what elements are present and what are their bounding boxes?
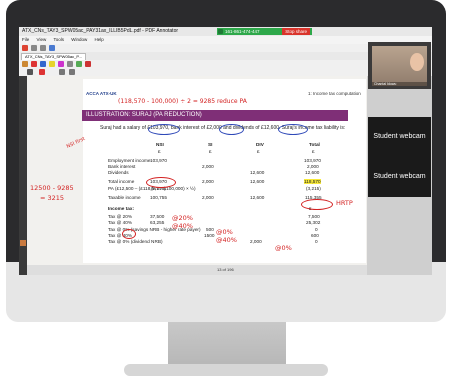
cell: 2,000 [202, 164, 214, 169]
header-right: 1: Income tax computation [308, 91, 361, 96]
tax-total: 0 [315, 227, 318, 232]
tax-base: 63,255 [150, 220, 165, 225]
tax-label: Tax @ 40% [108, 220, 133, 225]
cell: 12,600 [250, 170, 265, 175]
row-label: Bank interest [108, 164, 136, 169]
app-icon[interactable] [20, 240, 26, 246]
tax-base: 2,000 [250, 239, 262, 244]
tax-total: 600 [311, 233, 319, 238]
annotation-side-note: HRTP [336, 199, 353, 207]
annotation-top-formula: (118,570 - 100,000) ÷ 2 = 9285 reduce PA [118, 98, 247, 105]
color-picker-icon[interactable] [39, 69, 45, 75]
tax-heading: Income tax: [108, 206, 135, 211]
unit-si: £ [209, 149, 212, 154]
menu-view[interactable]: View [37, 37, 47, 42]
highlighter-icon[interactable] [49, 61, 55, 67]
window-titlebar: ATX_CNs_TAY3_SPW05ac_PAY31ax_ILLIB5PdL.p… [19, 27, 432, 36]
blue-pen-icon[interactable] [40, 61, 46, 67]
participant-tile[interactable]: Student webcam [368, 157, 431, 197]
cell: 103,970 [304, 158, 321, 163]
save-icon[interactable] [49, 45, 55, 51]
tax-base: 37,500 [150, 214, 165, 219]
cell: 12,600 [250, 179, 265, 184]
stop-share-button[interactable]: Stop share [282, 28, 310, 35]
speaker-camera: Chantal Idowu [372, 46, 427, 86]
row-label: Employment income [108, 158, 151, 163]
cell: 2,000 [202, 179, 214, 184]
illustration-title: ILLUSTRATION: SURAJ (PA REDUCTION) [82, 110, 348, 121]
close-icon[interactable] [22, 45, 28, 51]
menu-help[interactable]: Help [95, 37, 104, 42]
monitor-stand-foot [124, 364, 328, 376]
annotation-at20: @20% [172, 214, 193, 222]
salary-circle [148, 124, 180, 135]
annotation-left-pa: 12500 - 9285 [30, 184, 74, 192]
eraser-icon[interactable] [67, 61, 73, 67]
tax-label: Tax @ 20% [108, 214, 133, 219]
unit-total: £ [312, 149, 315, 154]
meeting-id: 161-861-474-447 [225, 29, 260, 34]
pen-style-icon[interactable] [27, 69, 33, 75]
unit-div: £ [257, 149, 260, 154]
red-pen-icon[interactable] [31, 61, 37, 67]
col-div: DIV [256, 142, 264, 147]
col-total: Total [309, 142, 320, 147]
menu-tools[interactable]: Tools [53, 37, 64, 42]
cell: 12,600 [250, 195, 265, 200]
cell: 12,600 [305, 170, 320, 175]
cell: (3,215) [306, 186, 321, 191]
row-label: Taxable income [108, 195, 141, 200]
redo-icon[interactable] [40, 45, 46, 51]
text-tool-icon[interactable] [59, 69, 65, 75]
speaker-video[interactable]: Chantal Idowu [368, 42, 431, 89]
annotation-left-result: = 3215 [40, 194, 65, 202]
tax-base: 1500 [204, 233, 215, 238]
tax-total: 0 [315, 239, 318, 244]
cell-highlighted: 118,570 [304, 179, 321, 184]
window-title: ATX_CNs_TAY3_SPW05ac_PAY31ax_ILLIB5PdL.p… [22, 28, 179, 34]
heart-icon[interactable] [85, 61, 91, 67]
menu-file[interactable]: File [22, 37, 29, 42]
stamp-icon[interactable] [76, 61, 82, 67]
speaker-face [410, 53, 424, 71]
monitor-stand-neck [168, 322, 286, 368]
col-nsi: NSI [156, 142, 164, 147]
annotation-at40b: @40% [216, 236, 237, 244]
annotation-at0: @0% [216, 228, 233, 236]
speaker-name: Chantal Idowu [372, 82, 427, 86]
col-si: SI [208, 142, 213, 147]
undo-icon[interactable] [31, 45, 37, 51]
tax-base: 500 [206, 227, 214, 232]
unit-nsi: £ [158, 149, 161, 154]
cell: 100,755 [150, 195, 167, 200]
cell: 2,000 [307, 164, 319, 169]
annotation-at0b: @0% [275, 244, 292, 252]
row-label: Dividends [108, 170, 129, 175]
taxable-total-circle [301, 199, 333, 210]
left-dock [19, 76, 27, 275]
zoom-share-bar[interactable]: 161-861-474-447 Stop share [217, 28, 312, 35]
tax-total: 25,302 [306, 220, 321, 225]
annotation-at40: @40% [172, 222, 193, 230]
header-left: ACCA ATX-UK [86, 91, 117, 96]
row-label: Total income [108, 179, 135, 184]
interest-circle [219, 124, 244, 135]
cell: 2,000 [202, 195, 214, 200]
cell: 103,970 [150, 158, 167, 163]
participant-tile[interactable]: Student webcam [368, 117, 431, 157]
dividend-circle [278, 124, 308, 135]
pen-icon[interactable] [22, 61, 28, 67]
rate-40-circle [122, 229, 136, 239]
shield-icon [218, 29, 223, 34]
menu-window[interactable]: Window [71, 37, 87, 42]
total-nsi-circle [146, 177, 176, 188]
tax-label: Tax @ 0% (dividend NRB) [108, 239, 163, 244]
tax-total: 7,500 [308, 214, 320, 219]
shape-icon[interactable] [58, 61, 64, 67]
italic-icon[interactable] [69, 69, 75, 75]
page-indicator[interactable]: 13 of 196 [217, 265, 234, 275]
